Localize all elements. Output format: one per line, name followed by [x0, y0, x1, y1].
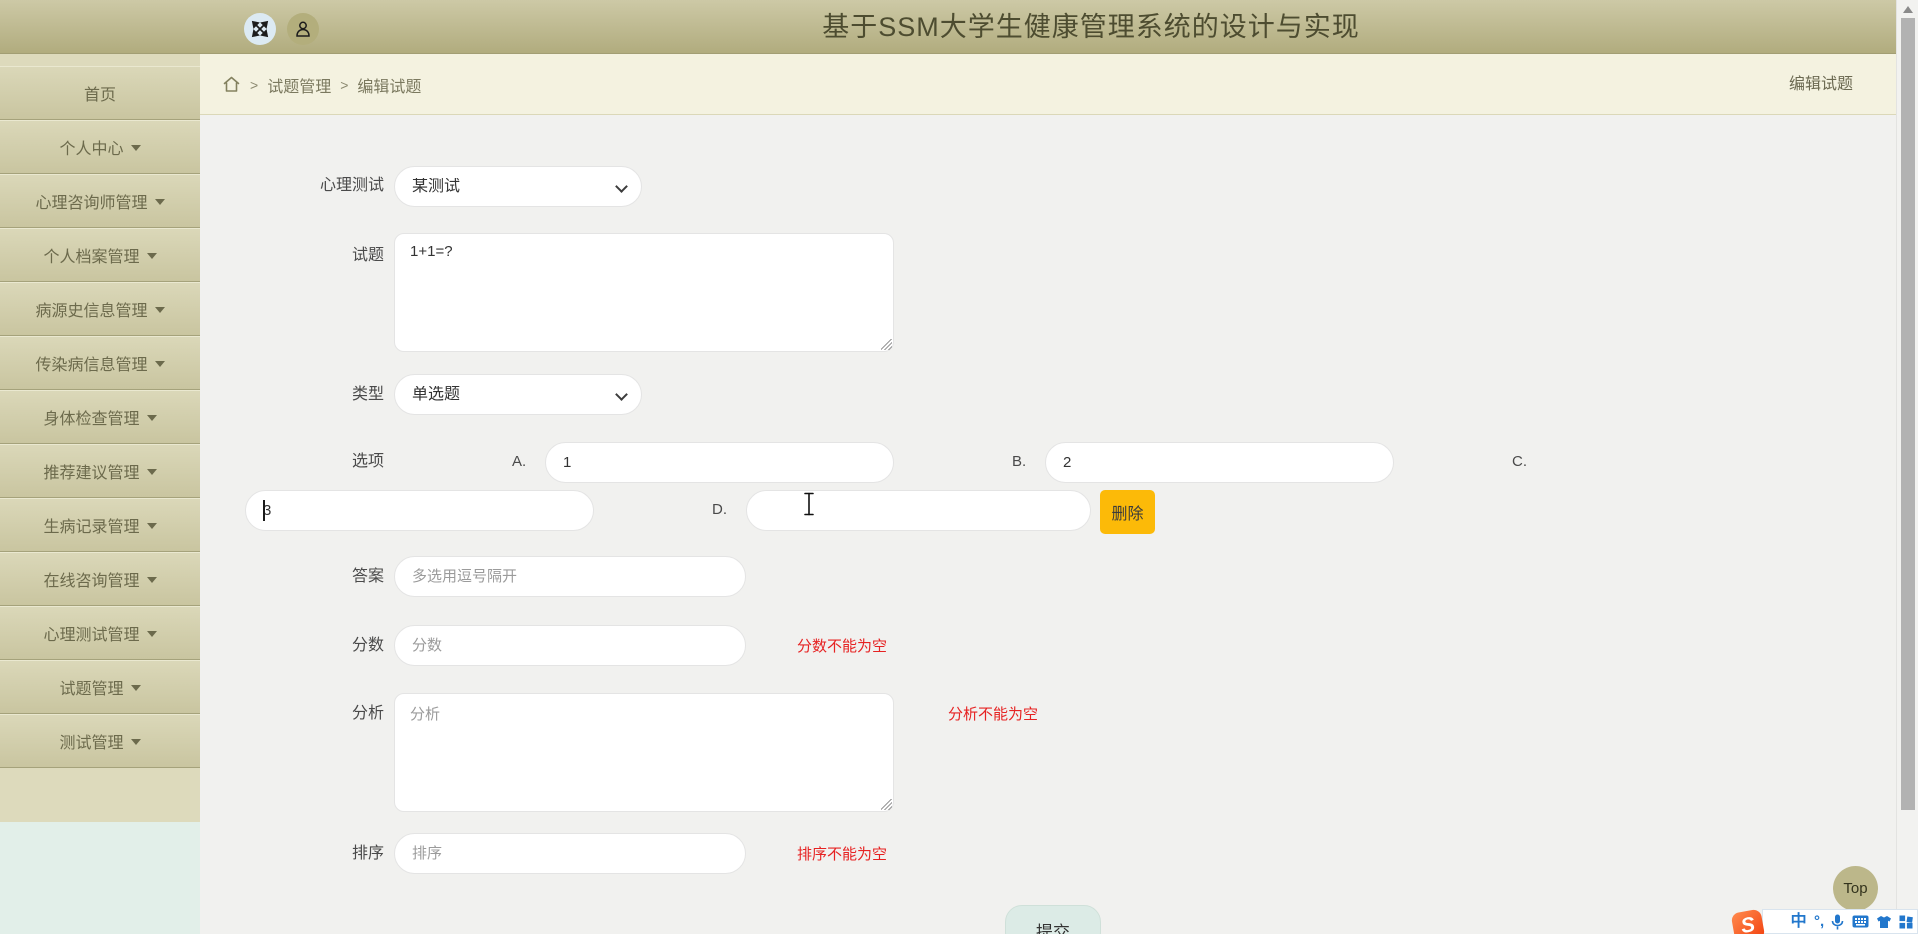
sidebar-item-label: 心理咨询师管理 [35, 194, 148, 212]
field-label-options: 选项 [351, 453, 384, 470]
sort-error-message: 排序不能为空 [797, 846, 888, 863]
chevron-down-icon [154, 306, 165, 313]
sidebar-footer-panel [0, 822, 200, 934]
breadcrumb: > 试题管理 > 编辑试题 [222, 54, 421, 115]
app-header: 基于SSM大学生健康管理系统的设计与实现 [0, 0, 1918, 54]
sidebar-item-question-mgmt[interactable]: 试题管理 [0, 660, 200, 714]
answer-input[interactable] [394, 556, 746, 597]
sidebar-item-profile-mgmt[interactable]: 个人档案管理 [0, 228, 200, 282]
option-letter-a: A. [512, 453, 527, 470]
fullscreen-expand-icon [251, 20, 269, 38]
sidebar-item-label: 个人中心 [59, 140, 124, 158]
back-to-top-button[interactable]: Top [1833, 866, 1878, 911]
chinese-mode-icon[interactable]: 中 [1791, 914, 1807, 930]
sidebar: 首页 个人中心 心理咨询师管理 个人档案管理 病源史信息管理 传染病信息管理 身… [0, 54, 200, 934]
scrollbar-thumb[interactable] [1901, 18, 1915, 810]
sidebar-item-label: 心理测试管理 [43, 626, 140, 644]
analysis-textarea[interactable] [394, 693, 894, 812]
sidebar-item-label: 在线咨询管理 [43, 572, 140, 590]
sidebar-item-online-consult-mgmt[interactable]: 在线咨询管理 [0, 552, 200, 606]
sidebar-item-label: 传染病信息管理 [35, 356, 148, 374]
microphone-icon[interactable] [1831, 914, 1844, 930]
sidebar-item-label: 病源史信息管理 [35, 302, 148, 320]
field-label-question: 试题 [351, 247, 384, 264]
field-label-sort: 排序 [351, 845, 384, 862]
field-label-psych-test: 心理测试 [319, 177, 384, 194]
sidebar-item-infectious-disease-mgmt[interactable]: 传染病信息管理 [0, 336, 200, 390]
punctuation-icon[interactable]: °, [1814, 914, 1824, 929]
sidebar-item-label: 身体检查管理 [43, 410, 140, 428]
breadcrumb-separator: > [340, 76, 349, 93]
page-title: 基于SSM大学生健康管理系统的设计与实现 [822, 12, 1360, 42]
field-label-answer: 答案 [351, 568, 384, 585]
chevron-down-icon [130, 684, 141, 691]
breadcrumb-bar: > 试题管理 > 编辑试题 编辑试题 [200, 54, 1896, 115]
sidebar-item-label: 试题管理 [59, 680, 124, 698]
skin-icon[interactable] [1876, 915, 1892, 929]
option-b-input[interactable] [1045, 442, 1394, 483]
field-label-score: 分数 [351, 637, 384, 654]
ime-toolbar: 中 °, [1762, 909, 1918, 934]
sidebar-item-counselor-mgmt[interactable]: 心理咨询师管理 [0, 174, 200, 228]
chevron-down-icon [130, 738, 141, 745]
breadcrumb-item-question-mgmt[interactable]: 试题管理 [267, 73, 331, 97]
scrollbar-up-arrow[interactable] [1903, 6, 1913, 13]
chevron-down-icon [146, 576, 157, 583]
sidebar-item-physical-exam-mgmt[interactable]: 身体检查管理 [0, 390, 200, 444]
soft-keyboard-icon[interactable] [1852, 915, 1869, 928]
breadcrumb-separator: > [250, 76, 259, 93]
option-letter-b: B. [1012, 453, 1027, 470]
chevron-down-icon [154, 360, 165, 367]
chevron-down-icon [146, 252, 157, 259]
text-caret [263, 500, 265, 521]
delete-option-button[interactable]: 删除 [1100, 490, 1155, 534]
sidebar-item-disease-history-mgmt[interactable]: 病源史信息管理 [0, 282, 200, 336]
breadcrumb-item-edit-question[interactable]: 编辑试题 [357, 73, 421, 97]
chevron-down-icon [130, 144, 141, 151]
chevron-down-icon [154, 198, 165, 205]
page-heading: 编辑试题 [1788, 76, 1853, 93]
score-error-message: 分数不能为空 [797, 638, 888, 655]
sidebar-item-home[interactable]: 首页 [0, 66, 200, 120]
option-a-input[interactable] [545, 442, 894, 483]
psych-test-select[interactable]: 某测试 [394, 166, 642, 207]
chevron-down-icon [146, 630, 157, 637]
sidebar-item-label: 个人档案管理 [43, 248, 140, 266]
sogou-logo-icon[interactable]: S [1730, 908, 1766, 934]
sidebar-item-label: 首页 [83, 86, 116, 104]
option-d-input[interactable] [746, 490, 1091, 531]
option-letter-c: C. [1512, 453, 1527, 470]
fullscreen-button[interactable] [244, 13, 276, 45]
question-textarea[interactable]: 1+1=? [394, 233, 894, 352]
toolbox-icon[interactable] [1899, 915, 1914, 929]
sidebar-item-label: 推荐建议管理 [43, 464, 140, 482]
submit-button[interactable]: 提交 [1005, 905, 1101, 934]
option-c-input[interactable] [245, 490, 594, 531]
home-icon[interactable] [222, 75, 241, 94]
sidebar-item-label: 测试管理 [59, 734, 124, 752]
sidebar-item-recommendation-mgmt[interactable]: 推荐建议管理 [0, 444, 200, 498]
field-label-analysis: 分析 [351, 705, 384, 722]
chevron-down-icon [146, 522, 157, 529]
sort-input[interactable] [394, 833, 746, 874]
chevron-down-icon [146, 468, 157, 475]
sidebar-item-label: 生病记录管理 [43, 518, 140, 536]
type-select[interactable]: 单选题 [394, 374, 642, 415]
sidebar-item-illness-record-mgmt[interactable]: 生病记录管理 [0, 498, 200, 552]
field-label-type: 类型 [351, 386, 384, 403]
sidebar-item-test-mgmt[interactable]: 测试管理 [0, 714, 200, 768]
sidebar-item-personal-center[interactable]: 个人中心 [0, 120, 200, 174]
sidebar-item-psych-test-mgmt[interactable]: 心理测试管理 [0, 606, 200, 660]
analysis-error-message: 分析不能为空 [948, 706, 1039, 723]
option-letter-d: D. [712, 501, 727, 518]
chevron-down-icon [146, 414, 157, 421]
score-input[interactable] [394, 625, 746, 666]
page: 基于SSM大学生健康管理系统的设计与实现 首页 个人中心 心理咨询师管理 个人档… [0, 0, 1918, 934]
